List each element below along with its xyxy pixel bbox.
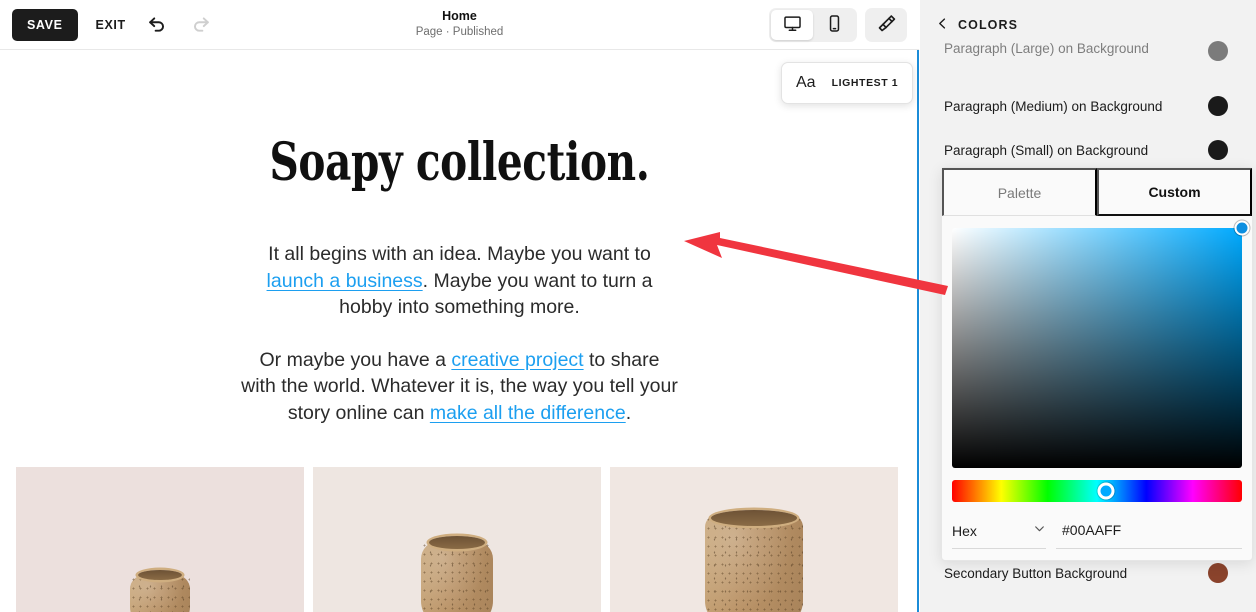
color-row-paragraph-medium[interactable]: Paragraph (Medium) on Background (920, 84, 1256, 128)
redo-button[interactable] (188, 12, 214, 38)
link-make-all-the-difference[interactable]: make all the difference (430, 402, 626, 424)
undo-button[interactable] (144, 12, 170, 38)
text-style-chip-label: LIGHTEST 1 (832, 77, 899, 89)
chevron-left-icon (936, 17, 949, 33)
top-toolbar: SAVE EXIT Home Page · Published (0, 0, 919, 50)
redo-arrow-icon (190, 12, 212, 37)
vase-rim (711, 510, 797, 526)
desktop-view-button[interactable] (771, 10, 813, 40)
product-image-gallery (0, 467, 919, 612)
gallery-image-1[interactable] (16, 467, 304, 612)
mobile-view-button[interactable] (813, 10, 855, 40)
pottery-vase-medium (421, 541, 493, 612)
color-row-label: Secondary Button Background (944, 566, 1127, 581)
font-sample-icon: Aa (796, 74, 816, 92)
pottery-vase-small (130, 575, 190, 612)
sidebar-back-button[interactable]: COLORS (936, 17, 1018, 33)
saturation-value-square[interactable] (952, 228, 1242, 468)
color-row-label: Paragraph (Medium) on Background (944, 99, 1162, 114)
link-launch-a-business[interactable]: launch a business (267, 270, 423, 292)
color-row-paragraph-large[interactable]: Paragraph (Large) on Background (920, 50, 1256, 84)
saturation-handle[interactable] (1235, 221, 1250, 236)
gallery-image-3[interactable] (610, 467, 898, 612)
color-picker-popover: Palette Custom Hex #00AAFF (941, 167, 1253, 561)
toolbar-right-group (769, 0, 907, 50)
undo-arrow-icon (146, 12, 168, 37)
hue-slider-handle[interactable] (1097, 483, 1114, 500)
paragraph-2-text-a: Or maybe you have a (260, 349, 452, 371)
color-row-swatch[interactable] (1208, 140, 1228, 160)
color-mode-select[interactable]: Hex (952, 522, 1046, 549)
editor-root: SAVE EXIT Home Page · Published (0, 0, 1256, 612)
color-row-swatch[interactable] (1208, 563, 1228, 583)
vase-texture (130, 575, 190, 612)
hue-slider[interactable] (952, 480, 1242, 502)
hex-value-input[interactable]: #00AAFF (1056, 522, 1242, 549)
color-row-swatch[interactable] (1208, 96, 1228, 116)
color-row-label: Paragraph (Small) on Background (944, 143, 1148, 158)
vase-texture (705, 515, 803, 612)
vase-texture (421, 541, 493, 612)
hero-paragraph-1[interactable]: It all begins with an idea. Maybe you wa… (240, 241, 680, 321)
color-value-row: Hex #00AAFF (952, 522, 1242, 549)
exit-button[interactable]: EXIT (96, 18, 126, 32)
site-preview-canvas[interactable]: Soapy collection. It all begins with an … (0, 50, 919, 612)
vase-rim (429, 536, 485, 549)
sidebar-title: COLORS (958, 18, 1018, 32)
canvas-selection-indicator (917, 50, 919, 612)
color-row-paragraph-small[interactable]: Paragraph (Small) on Background (920, 128, 1256, 172)
mobile-phone-icon (825, 14, 844, 36)
device-preview-toggle (769, 8, 857, 42)
desktop-monitor-icon (783, 14, 802, 36)
color-row-swatch[interactable] (1208, 41, 1228, 61)
color-rows-list: Paragraph (Large) on Background Paragrap… (920, 50, 1256, 172)
hero-paragraph-2[interactable]: Or maybe you have a creative project to … (240, 347, 680, 427)
colors-sidebar: COLORS Paragraph (Large) on Background P… (920, 0, 1256, 612)
design-brush-button[interactable] (865, 8, 907, 42)
text-style-chip[interactable]: Aa LIGHTEST 1 (781, 62, 913, 104)
paragraph-2-text-c: . (626, 402, 631, 424)
hero-heading[interactable]: Soapy collection. (101, 132, 818, 193)
paragraph-1-text-a: It all begins with an idea. Maybe you wa… (268, 243, 651, 265)
save-button[interactable]: SAVE (12, 9, 78, 41)
chevron-down-icon (1033, 522, 1046, 540)
tab-palette[interactable]: Palette (942, 168, 1097, 216)
pottery-vase-large (705, 515, 803, 612)
color-row-label: Paragraph (Large) on Background (944, 41, 1149, 56)
gallery-image-2[interactable] (313, 467, 601, 612)
paintbrush-icon (876, 13, 897, 37)
vase-rim (138, 570, 182, 580)
tab-custom[interactable]: Custom (1097, 168, 1252, 216)
color-mode-label: Hex (952, 523, 977, 539)
picker-tabs: Palette Custom (942, 168, 1252, 216)
link-creative-project[interactable]: creative project (451, 349, 583, 371)
